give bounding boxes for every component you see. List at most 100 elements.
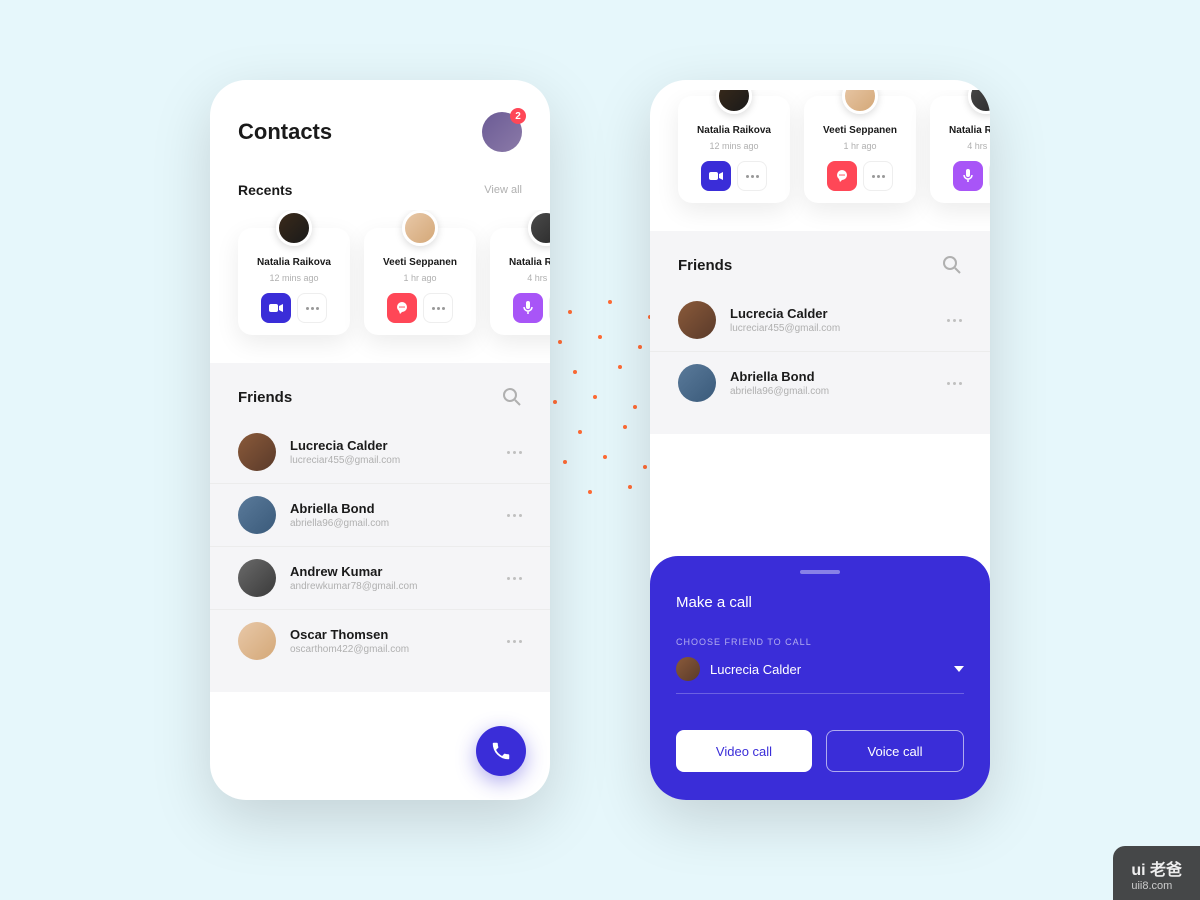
more-button[interactable] [863,161,893,191]
more-button[interactable] [423,293,453,323]
more-button[interactable] [947,319,962,322]
page-title: Contacts [238,119,332,145]
friends-section: Friends Lucrecia Calder lucreciar455@gma… [210,363,550,692]
recent-time: 1 hr ago [403,273,436,283]
friend-email: abriella96@gmail.com [290,518,507,529]
video-call-button[interactable]: Video call [676,730,812,772]
video-icon [709,171,723,181]
recent-card[interactable]: Natalia Raikova 12 mins ago [678,96,790,203]
recent-time: 12 mins ago [709,141,758,151]
more-button[interactable] [989,161,990,191]
recents-carousel[interactable]: Natalia Raikova 12 mins ago Veeti Seppan… [210,210,550,363]
avatar [528,210,550,246]
friend-name: Andrew Kumar [290,564,507,579]
more-button[interactable] [947,382,962,385]
more-button[interactable] [507,640,522,643]
more-icon [746,175,759,178]
avatar [968,90,990,114]
friend-name: Lucrecia Calder [730,306,947,321]
video-call-button[interactable] [261,293,291,323]
recent-card[interactable]: Natalia Raikova 4 hrs ago [490,228,550,335]
recent-time: 1 hr ago [843,141,876,151]
voice-call-button[interactable]: Voice call [826,730,964,772]
search-icon [942,255,962,275]
recent-card[interactable]: Natalia Raikova 12 mins ago [238,228,350,335]
avatar [716,90,752,114]
mic-icon [963,169,973,183]
avatar [238,496,276,534]
video-call-button[interactable] [701,161,731,191]
voice-button[interactable] [513,293,543,323]
phone-screen-1: Contacts 2 Recents View all Natalia Raik… [210,80,550,800]
voice-button[interactable] [953,161,983,191]
friend-email: oscarthom422@gmail.com [290,644,507,655]
recent-name: Natalia Raikova [949,124,990,137]
avatar [676,657,700,681]
recent-time: 12 mins ago [269,273,318,283]
friends-section: Friends Lucrecia Calder lucreciar455@gma… [650,231,990,434]
selected-friend: Lucrecia Calder [710,662,944,677]
recent-card[interactable]: Veeti Seppanen 1 hr ago [364,228,476,335]
avatar [238,433,276,471]
recent-card[interactable]: Natalia Raikova 4 hrs ago [930,96,990,203]
friend-name: Abriella Bond [290,501,507,516]
friend-email: andrewkumar78@gmail.com [290,581,507,592]
more-icon [872,175,885,178]
more-button[interactable] [737,161,767,191]
search-button[interactable] [502,387,522,407]
friend-selector[interactable]: Lucrecia Calder [676,657,964,694]
friend-row[interactable]: Andrew Kumar andrewkumar78@gmail.com [210,547,550,610]
notification-badge: 2 [510,108,526,124]
friend-name: Lucrecia Calder [290,438,507,453]
avatar [678,301,716,339]
friend-email: lucreciar455@gmail.com [290,455,507,466]
recent-name: Veeti Seppanen [823,124,897,137]
recent-name: Natalia Raikova [509,256,550,269]
chat-button[interactable] [387,293,417,323]
friend-row[interactable]: Abriella Bond abriella96@gmail.com [210,484,550,547]
chevron-down-icon [954,666,964,672]
profile-avatar[interactable]: 2 [482,112,522,152]
friend-row[interactable]: Abriella Bond abriella96@gmail.com [650,352,990,414]
recent-card[interactable]: Veeti Seppanen 1 hr ago [804,96,916,203]
recent-time: 4 hrs ago [967,141,990,151]
watermark: ui 老爸 uii8.com [1113,846,1200,900]
chat-button[interactable] [827,161,857,191]
watermark-url: uii8.com [1131,880,1182,892]
sheet-label: CHOOSE FRIEND TO CALL [676,637,964,647]
search-button[interactable] [942,255,962,275]
more-button[interactable] [507,451,522,454]
more-button[interactable] [507,577,522,580]
recent-name: Veeti Seppanen [383,256,457,269]
chat-icon [395,301,409,315]
avatar [678,364,716,402]
chat-icon [835,169,849,183]
call-fab[interactable] [476,726,526,776]
avatar [402,210,438,246]
friend-email: abriella96@gmail.com [730,386,947,397]
sheet-handle[interactable] [800,570,840,574]
friend-name: Abriella Bond [730,369,947,384]
more-icon [432,307,445,310]
recents-carousel[interactable]: Natalia Raikova 12 mins ago Veeti Seppan… [650,90,990,231]
avatar [238,559,276,597]
more-icon [306,307,319,310]
friend-row[interactable]: Lucrecia Calder lucreciar455@gmail.com [650,289,990,352]
avatar [276,210,312,246]
friend-row[interactable]: Oscar Thomsen oscarthom422@gmail.com [210,610,550,672]
watermark-text: ui 老爸 [1131,856,1182,880]
view-all-link[interactable]: View all [484,184,522,196]
make-call-sheet: Make a call CHOOSE FRIEND TO CALL Lucrec… [650,556,990,800]
avatar [842,90,878,114]
friends-label: Friends [238,389,292,406]
recents-label: Recents [238,182,292,198]
friend-email: lucreciar455@gmail.com [730,323,947,334]
recent-name: Natalia Raikova [257,256,331,269]
sheet-title: Make a call [676,594,964,611]
phone-screen-2: Natalia Raikova 12 mins ago Veeti Seppan… [650,80,990,800]
friends-label: Friends [678,257,732,274]
more-button[interactable] [549,293,550,323]
friend-row[interactable]: Lucrecia Calder lucreciar455@gmail.com [210,421,550,484]
more-button[interactable] [507,514,522,517]
more-button[interactable] [297,293,327,323]
